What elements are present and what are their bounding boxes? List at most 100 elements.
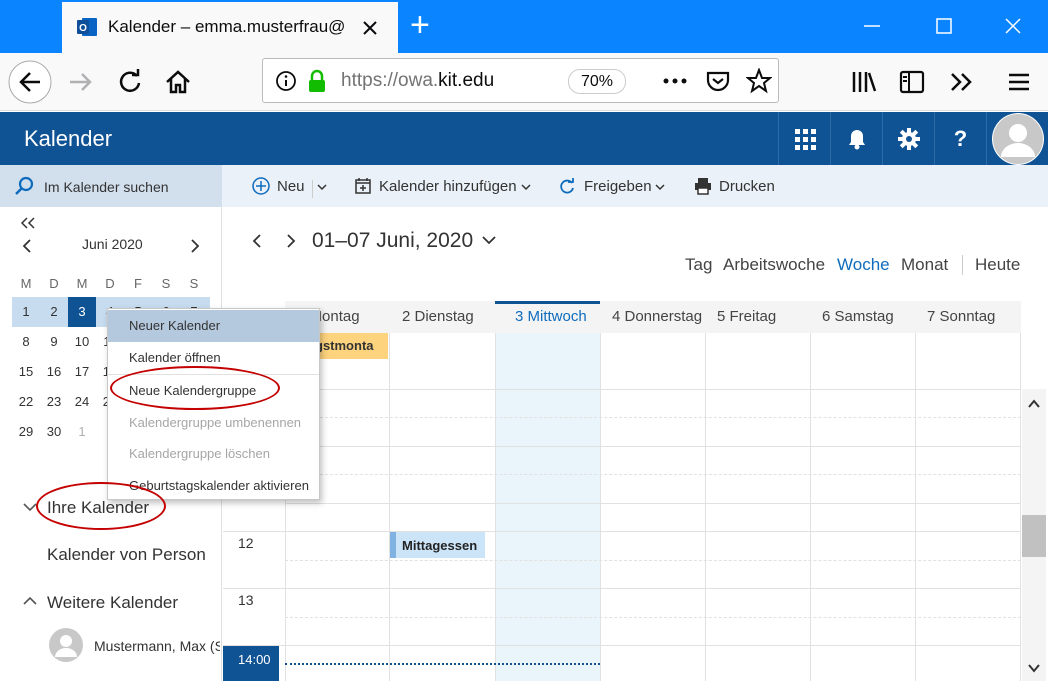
- new-tab-button[interactable]: +: [410, 6, 430, 44]
- page-actions-icon[interactable]: [661, 71, 689, 91]
- mini-calendar-day[interactable]: 8: [12, 327, 40, 357]
- mini-calendar-day[interactable]: 10: [68, 327, 96, 357]
- day-header-label: 6 Samstag: [822, 308, 894, 325]
- new-dropdown-chevron-icon[interactable]: [312, 180, 328, 198]
- day-header-tuesday[interactable]: 2 Dienstag: [390, 301, 495, 333]
- weekday-label: S: [161, 276, 171, 291]
- pocket-icon[interactable]: [705, 69, 731, 93]
- mini-calendar-day[interactable]: 29: [12, 417, 40, 447]
- mini-calendar-day[interactable]: 30: [40, 417, 68, 447]
- search-icon: [14, 176, 34, 196]
- mini-calendar-day[interactable]: 9: [40, 327, 68, 357]
- home-icon[interactable]: [163, 67, 193, 97]
- prev-week-icon[interactable]: [250, 233, 264, 249]
- date-range-chevron-icon[interactable]: [481, 233, 497, 247]
- more-calendars-heading[interactable]: Weitere Kalender: [47, 593, 178, 613]
- minimize-icon[interactable]: [860, 14, 884, 38]
- hour-label: 12: [238, 535, 254, 551]
- hour-line: [285, 503, 1021, 504]
- library-icon[interactable]: [850, 69, 878, 95]
- mini-calendar-day[interactable]: 16: [40, 357, 68, 387]
- weekday-label: M: [20, 276, 32, 291]
- date-range-title[interactable]: 01–07 Juni, 2020: [312, 229, 473, 253]
- view-day[interactable]: Tag: [685, 255, 712, 275]
- mini-calendar-day[interactable]: 1: [12, 297, 40, 327]
- today-button[interactable]: Heute: [975, 255, 1020, 275]
- app-launcher-icon: [794, 128, 816, 150]
- prev-month-icon[interactable]: [20, 238, 34, 254]
- app-launcher-button[interactable]: [778, 112, 830, 165]
- shared-calendar-item[interactable]: Mustermann, Max (S: [94, 638, 220, 654]
- collapse-pane-icon[interactable]: [20, 216, 36, 230]
- settings-button[interactable]: [882, 112, 934, 165]
- view-month[interactable]: Monat: [901, 255, 948, 275]
- all-day-event-title: gstmonta: [315, 338, 374, 353]
- menu-item-new-calendar[interactable]: Neuer Kalender: [108, 310, 319, 342]
- calendar-event[interactable]: Mittagessen: [390, 532, 485, 558]
- vertical-scrollbar[interactable]: [1022, 389, 1046, 681]
- add-calendar-label: Kalender hinzufügen: [379, 178, 517, 195]
- scroll-up-icon[interactable]: [1027, 397, 1041, 409]
- notifications-button[interactable]: [830, 112, 882, 165]
- mini-calendar-day[interactable]: 24: [68, 387, 96, 417]
- scroll-down-icon[interactable]: [1027, 661, 1041, 673]
- annotation-oval-your-calendars: [36, 482, 166, 530]
- day-header-wednesday[interactable]: 3 Mittwoch: [495, 301, 600, 333]
- column-line: [810, 333, 811, 681]
- mini-calendar-day[interactable]: 2: [40, 297, 68, 327]
- reload-icon[interactable]: [116, 68, 144, 96]
- mini-calendar-weekdays: M D M D F S S: [12, 276, 208, 291]
- day-header-label: 7 Sonntag: [927, 308, 996, 325]
- print-label: Drucken: [719, 178, 775, 195]
- view-workweek[interactable]: Arbeitswoche: [723, 255, 825, 275]
- mini-calendar-month[interactable]: Juni 2020: [82, 236, 143, 252]
- mini-calendar-day[interactable]: 22: [12, 387, 40, 417]
- browser-tab[interactable]: O Kalender – emma.musterfrau@: [62, 0, 398, 53]
- current-time-line: [285, 663, 600, 665]
- next-week-icon[interactable]: [284, 233, 298, 249]
- day-header-thursday[interactable]: 4 Donnerstag: [600, 301, 705, 333]
- calendar-search[interactable]: Im Kalender suchen: [0, 165, 222, 207]
- print-button[interactable]: Drucken: [694, 176, 778, 198]
- account-button[interactable]: [986, 112, 1048, 165]
- new-button[interactable]: Neu: [252, 176, 328, 198]
- back-button[interactable]: [6, 59, 54, 105]
- annotation-oval-new-group: [110, 366, 280, 410]
- lock-icon: [306, 68, 328, 94]
- add-calendar-button[interactable]: Kalender hinzufügen: [354, 176, 534, 198]
- hamburger-menu-icon[interactable]: [1006, 70, 1032, 94]
- day-header-label: 3 Mittwoch: [515, 308, 587, 325]
- view-week[interactable]: Woche: [837, 255, 890, 275]
- current-time-label: 14:00: [238, 652, 271, 667]
- sidebar-icon[interactable]: [898, 69, 926, 95]
- mini-calendar-day[interactable]: 23: [40, 387, 68, 417]
- maximize-icon[interactable]: [932, 14, 956, 38]
- more-calendars-chevron-icon[interactable]: [22, 594, 38, 608]
- calendar-main: [223, 207, 1048, 681]
- mini-calendar-day[interactable]: 1: [68, 417, 96, 447]
- hour-line: [223, 588, 1021, 589]
- url-bar[interactable]: https://owa.kit.edu 70%: [262, 58, 779, 103]
- share-icon: [560, 178, 574, 194]
- menu-item-rename-calendar-group: Kalendergruppe umbenennen: [129, 415, 302, 430]
- weekday-label: F: [134, 276, 142, 291]
- overflow-chevron-icon[interactable]: [948, 70, 976, 94]
- forward-icon[interactable]: [66, 68, 96, 96]
- day-header-friday[interactable]: 5 Freitag: [705, 301, 810, 333]
- scrollbar-thumb[interactable]: [1022, 515, 1046, 557]
- next-month-icon[interactable]: [188, 238, 202, 254]
- close-tab-icon[interactable]: [358, 16, 382, 40]
- window-close-icon[interactable]: [1001, 14, 1025, 38]
- day-header-sunday[interactable]: 7 Sonntag: [915, 301, 1021, 333]
- mini-calendar-day[interactable]: 15: [12, 357, 40, 387]
- help-button[interactable]: ?: [934, 112, 986, 165]
- mini-calendar-day[interactable]: 3: [68, 297, 96, 327]
- day-header-label: 4 Donnerstag: [612, 308, 703, 325]
- info-icon[interactable]: [275, 70, 297, 92]
- mini-calendar-day[interactable]: 17: [68, 357, 96, 387]
- calendar-from-person-item[interactable]: Kalender von Person: [47, 545, 217, 565]
- zoom-indicator[interactable]: 70%: [568, 69, 626, 94]
- bookmark-star-icon[interactable]: [745, 67, 773, 94]
- day-header-saturday[interactable]: 6 Samstag: [810, 301, 915, 333]
- share-button[interactable]: Freigeben: [558, 176, 670, 198]
